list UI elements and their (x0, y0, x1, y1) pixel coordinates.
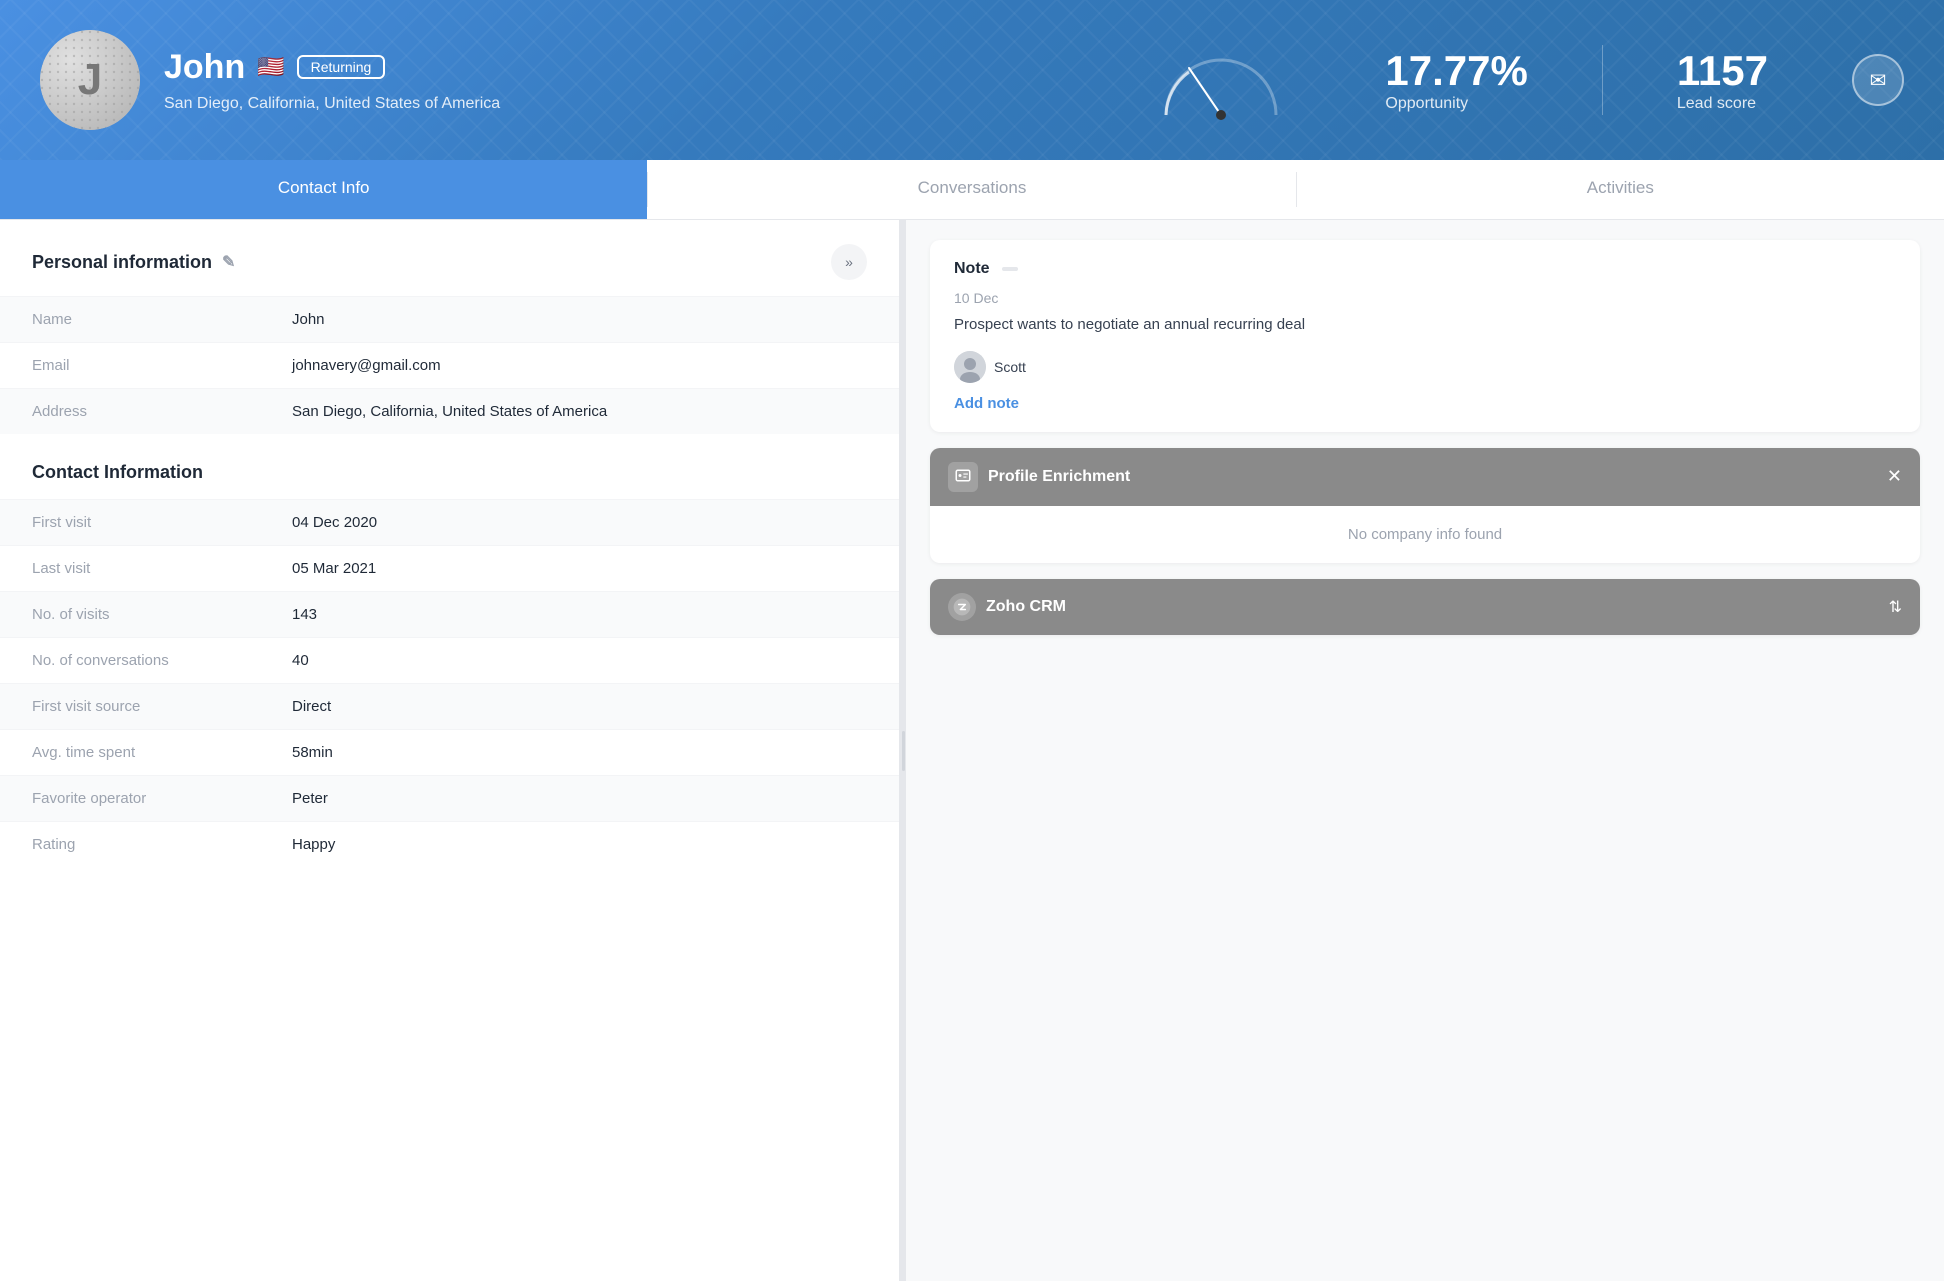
zoho-icon (948, 593, 976, 621)
tab-activities[interactable]: Activities (1297, 160, 1944, 219)
avatar: J (40, 30, 140, 130)
enrichment-header: Profile Enrichment ✕ (930, 448, 1920, 506)
edit-icon[interactable]: ✎ (222, 252, 235, 272)
author-avatar (954, 351, 986, 383)
tab-conversations[interactable]: Conversations (648, 160, 1295, 219)
zoho-title: Zoho CRM (986, 598, 1066, 616)
note-text: Prospect wants to negotiate an annual re… (954, 314, 1896, 337)
zoho-header-left: Zoho CRM (948, 593, 1066, 621)
personal-info-header: Personal information ✎ » (0, 220, 899, 296)
note-date: 10 Dec (954, 290, 1896, 306)
lead-score-stat: 1157 Lead score (1637, 47, 1808, 113)
flag-icon: 🇺🇸 (257, 54, 284, 80)
personal-info-table: Name John Email johnavery@gmail.com Addr… (0, 296, 899, 434)
table-row: Favorite operator Peter (0, 775, 899, 821)
contact-info-table: First visit 04 Dec 2020 Last visit 05 Ma… (0, 499, 899, 867)
note-title: Note (954, 260, 990, 278)
table-row: Rating Happy (0, 821, 899, 867)
right-panel: Note 10 Dec Prospect wants to negotiate … (906, 220, 1944, 1281)
note-badge (1002, 267, 1018, 271)
opportunity-stat: 17.77% Opportunity (1345, 47, 1567, 113)
author-name: Scott (994, 359, 1026, 375)
enrichment-title: Profile Enrichment (988, 468, 1130, 486)
lead-score-value: 1157 (1677, 47, 1768, 95)
note-card: Note 10 Dec Prospect wants to negotiate … (930, 240, 1920, 432)
table-row: Name John (0, 296, 899, 342)
table-row: Email johnavery@gmail.com (0, 342, 899, 388)
enrichment-header-left: Profile Enrichment (948, 462, 1130, 492)
table-row: Address San Diego, California, United St… (0, 388, 899, 434)
add-note-button[interactable]: Add note (954, 395, 1896, 412)
table-row: First visit 04 Dec 2020 (0, 499, 899, 545)
zoho-header: Zoho CRM ⇅ (930, 579, 1920, 635)
header-info: John 🇺🇸 Returning San Diego, California,… (164, 48, 1127, 113)
personal-info-title: Personal information ✎ (32, 252, 235, 273)
opportunity-value: 17.77% (1385, 47, 1527, 95)
note-author: Scott (954, 351, 1896, 383)
zoho-crm-card: Zoho CRM ⇅ (930, 579, 1920, 635)
email-button[interactable]: ✉ (1852, 54, 1904, 106)
expand-button[interactable]: » (831, 244, 867, 280)
note-header: Note (954, 260, 1896, 278)
tabs-container: Contact Info Conversations Activities (0, 160, 1944, 220)
table-row: Avg. time spent 58min (0, 729, 899, 775)
header: J John 🇺🇸 Returning San Diego, Californi… (0, 0, 1944, 160)
lead-score-label: Lead score (1677, 95, 1756, 113)
stat-divider (1602, 45, 1603, 115)
contact-location: San Diego, California, United States of … (164, 95, 1127, 113)
table-row: No. of conversations 40 (0, 637, 899, 683)
profile-enrichment-card: Profile Enrichment ✕ No company info fou… (930, 448, 1920, 563)
gauge-svg (1151, 40, 1291, 120)
zoho-arrows-icon[interactable]: ⇅ (1889, 597, 1902, 617)
enrichment-icon (948, 462, 978, 492)
opportunity-label: Opportunity (1385, 95, 1468, 113)
email-icon: ✉ (1870, 68, 1887, 93)
main-content: Personal information ✎ » Name John Email… (0, 220, 1944, 1281)
contact-info-title: Contact Information (0, 434, 899, 499)
chevron-right-icon: » (845, 254, 853, 270)
enrichment-close-icon[interactable]: ✕ (1887, 466, 1902, 487)
table-row: First visit source Direct (0, 683, 899, 729)
enrichment-body: No company info found (930, 506, 1920, 563)
returning-badge: Returning (297, 55, 386, 79)
tab-contact-info[interactable]: Contact Info (0, 160, 647, 219)
table-row: Last visit 05 Mar 2021 (0, 545, 899, 591)
left-panel: Personal information ✎ » Name John Email… (0, 220, 900, 1281)
table-row: No. of visits 143 (0, 591, 899, 637)
gauge-container (1151, 40, 1291, 120)
contact-name: John (164, 48, 245, 87)
